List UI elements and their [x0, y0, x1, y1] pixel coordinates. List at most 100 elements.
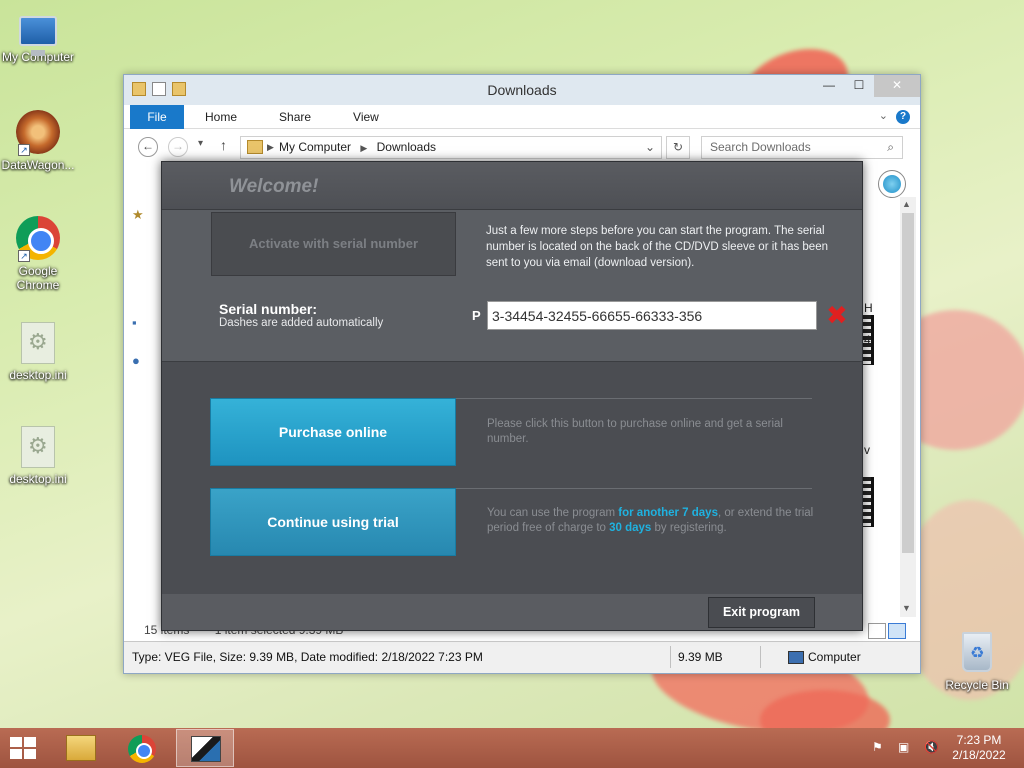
address-input[interactable]: ▶ My Computer ▶ Downloads ⌄ [240, 136, 662, 159]
chevron-down-icon[interactable]: ⌄ [645, 137, 655, 158]
serial-panel: Activate with serial number Just a few m… [162, 210, 862, 362]
title-bar[interactable]: Downloads — ☐ ✕ [124, 75, 920, 105]
welcome-title: Welcome! [229, 176, 319, 197]
clock-date: 2/18/2022 [952, 748, 1006, 762]
close-button[interactable]: ✕ [874, 75, 920, 97]
system-tray: ⚑ ▣ 🔇 [872, 740, 940, 754]
divider [456, 488, 812, 489]
trial-desc-text: by registering. [651, 522, 727, 534]
exit-program-button[interactable]: Exit program [708, 597, 815, 628]
breadcrumb-downloads[interactable]: Downloads [377, 140, 436, 154]
search-placeholder: Search Downloads [710, 140, 811, 154]
serial-prefix: P [472, 308, 481, 323]
chevron-right-icon[interactable]: ▶ [267, 137, 274, 158]
scroll-up-icon[interactable]: ▲ [902, 199, 911, 209]
trial-days-remaining: for another 7 days [618, 507, 718, 519]
up-arrow-icon[interactable]: ↑ [220, 137, 227, 153]
serial-number-hint: Dashes are added automatically [219, 317, 384, 329]
search-input[interactable]: Search Downloads ⌕ [701, 136, 903, 159]
chrome-icon: ↗ [16, 216, 60, 262]
activate-description: Just a few more steps before you can sta… [486, 225, 828, 269]
scrollbar-thumb[interactable] [902, 213, 914, 553]
favorites-star-icon[interactable]: ★ [132, 207, 144, 223]
file-label-fragment: H [864, 301, 873, 315]
folder-icon [66, 735, 96, 761]
trial-extension-days: 30 days [609, 522, 652, 534]
view-toggle [868, 623, 906, 639]
scroll-down-icon[interactable]: ▼ [902, 603, 911, 613]
details-view-button[interactable] [868, 623, 886, 639]
system-clock[interactable]: 7:23 PM 2/18/2022 [944, 733, 1014, 763]
recent-locations-icon[interactable]: ▾ [198, 138, 203, 149]
address-bar-row: ← → ▾ ↑ ▶ My Computer ▶ Downloads ⌄ ↻ Se… [124, 129, 920, 165]
help-icon[interactable]: ? [896, 110, 910, 124]
dialog-header: Welcome! [162, 162, 906, 210]
window-title: Downloads [487, 82, 557, 98]
breadcrumb-my-computer[interactable]: My Computer [279, 140, 351, 154]
file-details: Type: VEG File, Size: 9.39 MB, Date modi… [132, 650, 483, 664]
status-separator [760, 646, 761, 668]
vegas-app-icon [191, 736, 221, 762]
registration-dialog: Welcome! Activate with serial number Jus… [161, 161, 906, 631]
purchase-description: Please click this button to purchase onl… [487, 418, 783, 445]
settings-file-icon [21, 426, 55, 468]
desktop-icon-datawagon[interactable]: ↗ DataWagon... [0, 110, 76, 172]
taskbar-file-explorer[interactable] [52, 729, 110, 767]
tab-view[interactable]: View [332, 105, 400, 129]
desktop-icon-desktop-ini-2[interactable]: desktop.ini [0, 426, 76, 486]
file-size: 9.39 MB [678, 650, 723, 664]
desktop-icon-my-computer[interactable]: My Computer [0, 10, 76, 64]
clear-serial-icon[interactable]: ✖ [826, 302, 848, 328]
taskbar-chrome[interactable] [114, 729, 172, 767]
serial-number-label: Serial number: [219, 301, 318, 317]
chrome-icon [128, 735, 156, 763]
folder-icon [247, 140, 263, 154]
continue-trial-button[interactable]: Continue using trial [210, 488, 456, 556]
minimize-button[interactable]: — [814, 75, 844, 97]
app-logo-icon [878, 170, 906, 198]
desktop-icon-label: Recycle Bin [945, 678, 1009, 692]
shortcut-arrow-icon: ↗ [18, 250, 30, 262]
settings-file-icon [21, 322, 55, 364]
desktop-icon-label: Google Chrome [16, 264, 60, 292]
refresh-button[interactable]: ↻ [666, 136, 690, 159]
datawagon-icon: ↗ [16, 110, 60, 156]
windows-start-icon[interactable] [10, 737, 38, 759]
serial-number-input[interactable] [487, 301, 817, 330]
trial-description: You can use the program for another 7 da… [487, 506, 817, 536]
chevron-down-icon[interactable]: ⌄ [879, 109, 888, 122]
dialog-footer: Exit program [162, 594, 862, 630]
large-icons-view-button[interactable] [888, 623, 906, 639]
desktop-icon-recycle-bin[interactable]: Recycle Bin [942, 632, 1012, 692]
status-bar: Type: VEG File, Size: 9.39 MB, Date modi… [124, 641, 920, 673]
chevron-right-icon[interactable]: ▶ [360, 143, 367, 153]
maximize-button[interactable]: ☐ [844, 75, 874, 97]
tab-share[interactable]: Share [258, 105, 332, 129]
activate-serial-button[interactable]: Activate with serial number [211, 212, 456, 276]
purchase-online-button[interactable]: Purchase online [210, 398, 456, 466]
divider [456, 398, 812, 399]
back-button[interactable]: ← [138, 137, 158, 157]
desktop-icon-label: desktop.ini [9, 472, 67, 486]
desktop-icon-google-chrome[interactable]: ↗ Google Chrome [0, 216, 76, 292]
volume-muted-icon[interactable]: 🔇 [924, 740, 940, 754]
tab-file[interactable]: File [130, 104, 184, 129]
forward-button[interactable]: → [168, 137, 188, 157]
file-label-fragment: v [864, 443, 870, 457]
taskbar: ⚑ ▣ 🔇 7:23 PM 2/18/2022 [0, 728, 1024, 768]
recycle-bin-icon [962, 632, 992, 672]
clock-time: 7:23 PM [956, 733, 1002, 747]
location-computer: Computer [788, 650, 861, 664]
computer-icon[interactable]: ▪ [132, 315, 137, 330]
status-separator [670, 646, 671, 668]
tab-home[interactable]: Home [184, 105, 258, 129]
navigation-pane[interactable]: ★ ▪ ● [132, 165, 162, 639]
network-icon[interactable]: ● [132, 353, 140, 368]
taskbar-vegas[interactable] [176, 729, 234, 767]
search-icon: ⌕ [887, 140, 894, 154]
action-center-flag-icon[interactable]: ⚑ [872, 740, 888, 754]
shortcut-arrow-icon: ↗ [18, 144, 30, 156]
network-icon[interactable]: ▣ [898, 740, 914, 754]
vertical-scrollbar[interactable]: ▲ ▼ [900, 197, 916, 617]
desktop-icon-desktop-ini-1[interactable]: desktop.ini [0, 322, 76, 382]
